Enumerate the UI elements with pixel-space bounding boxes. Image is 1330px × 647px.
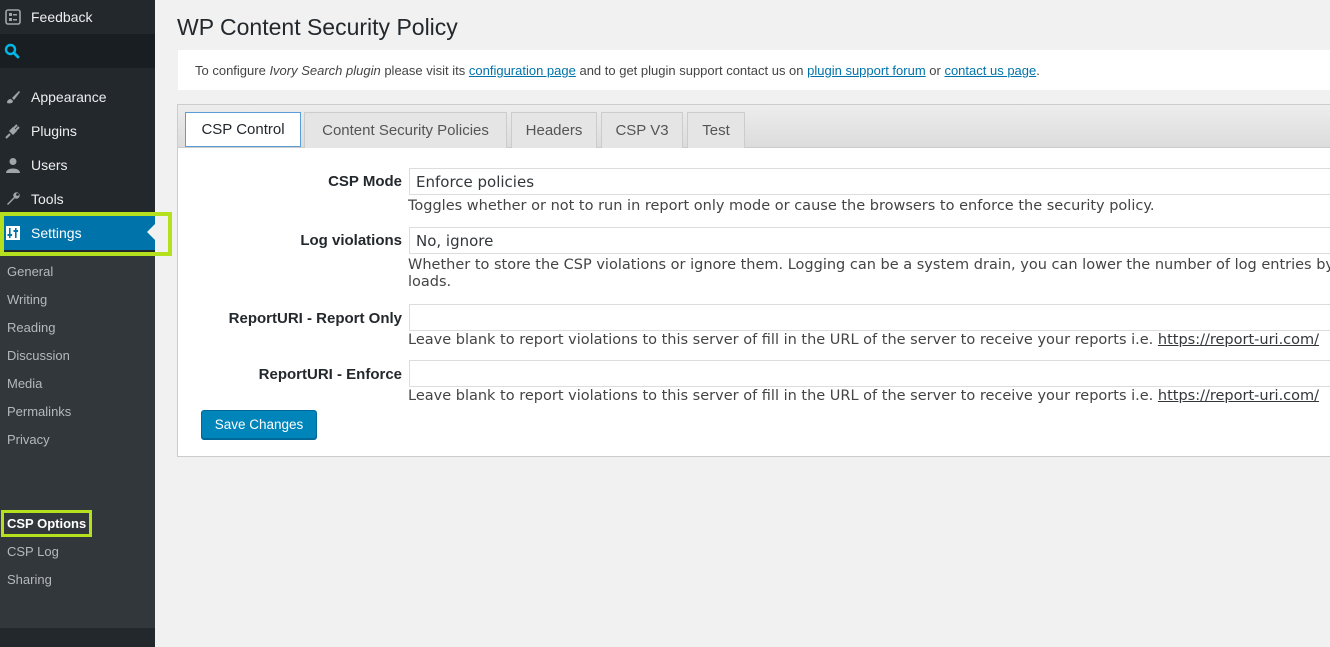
menu-label-appearance: Appearance	[31, 89, 107, 105]
csp-mode-label: CSP Mode	[328, 173, 402, 190]
report-only-label: ReportURI - Report Only	[228, 310, 402, 327]
menu-label-tools: Tools	[31, 191, 64, 207]
submenu-item-reading[interactable]: Reading	[7, 320, 55, 336]
tab-test[interactable]: Test	[687, 112, 745, 148]
configuration-page-link[interactable]: configuration page	[469, 63, 576, 78]
menu-label-users: Users	[31, 157, 68, 173]
menu-label-feedback: Feedback	[31, 9, 93, 25]
settings-sliders-icon	[6, 226, 20, 240]
submenu-item-writing[interactable]: Writing	[7, 292, 47, 308]
log-violations-label: Log violations	[300, 232, 402, 249]
tab-bar: CSP Control Content Security Policies He…	[178, 105, 1330, 148]
submenu-item-csp-log[interactable]: CSP Log	[7, 544, 59, 560]
menu-item-feedback[interactable]: Feedback	[0, 0, 155, 34]
submenu-item-permalinks[interactable]: Permalinks	[7, 404, 71, 420]
tab-content-security-policies[interactable]: Content Security Policies	[304, 112, 507, 148]
plugin-support-forum-link[interactable]: plugin support forum	[807, 63, 926, 78]
settings-submenu: General Writing Reading Discussion Media…	[0, 256, 155, 628]
wrench-icon	[7, 192, 20, 205]
submenu-item-privacy[interactable]: Privacy	[7, 432, 50, 448]
notice-text: please visit its	[380, 63, 469, 78]
csp-mode-select[interactable]: Enforce policies	[409, 168, 1330, 195]
csp-mode-description: Toggles whether or not to run in report …	[408, 198, 1155, 214]
submenu-item-csp-options[interactable]: CSP Options	[7, 516, 86, 532]
search-icon	[4, 43, 20, 59]
feedback-icon	[5, 9, 21, 25]
tab-csp-control[interactable]: CSP Control	[185, 112, 301, 147]
menu-label-plugins: Plugins	[31, 123, 77, 139]
menu-item-appearance[interactable]: Appearance	[0, 80, 155, 114]
notice-text: or	[925, 63, 945, 78]
report-enforce-label: ReportURI - Enforce	[258, 366, 402, 383]
report-enforce-description: Leave blank to report violations to this…	[408, 388, 1330, 405]
menu-item-users[interactable]: Users	[0, 148, 155, 182]
menu-label-settings: Settings	[31, 225, 82, 241]
contact-us-page-link[interactable]: contact us page	[944, 63, 1036, 78]
paintbrush-icon	[7, 91, 20, 104]
report-enforce-desc-text: Leave blank to report violations to this…	[408, 388, 1158, 404]
submenu-item-discussion[interactable]: Discussion	[7, 348, 70, 364]
report-only-input[interactable]	[409, 304, 1330, 331]
report-uri-link[interactable]: https://report-uri.com/	[1158, 388, 1319, 404]
menu-item-plugins[interactable]: Plugins	[0, 114, 155, 148]
admin-sidebar: Feedback Appearance Plugins Users Tools …	[0, 0, 172, 647]
current-menu-arrow	[147, 224, 155, 240]
submenu-item-media[interactable]: Media	[7, 376, 42, 392]
submenu-item-general[interactable]: General	[7, 264, 53, 280]
tab-headers[interactable]: Headers	[511, 112, 597, 148]
notice-text: To configure	[195, 63, 270, 78]
submenu-item-sharing[interactable]: Sharing	[7, 572, 52, 588]
report-only-description: Leave blank to report violations to this…	[408, 332, 1330, 349]
report-enforce-input[interactable]	[409, 360, 1330, 387]
notice-text: and to get plugin support contact us on	[575, 63, 808, 78]
log-violations-description-cont: loads.	[408, 274, 452, 290]
menu-item-search[interactable]	[0, 34, 155, 68]
save-changes-button[interactable]: Save Changes	[201, 410, 317, 439]
page-title: WP Content Security Policy	[177, 14, 458, 40]
report-only-desc-text: Leave blank to report violations to this…	[408, 332, 1158, 348]
notice-text: .	[1036, 63, 1040, 78]
notice-plugin-name: Ivory Search plugin	[269, 63, 381, 78]
user-icon	[6, 158, 20, 173]
menu-item-tools[interactable]: Tools	[0, 182, 155, 216]
plugin-icon	[5, 124, 20, 139]
log-violations-description: Whether to store the CSP violations or i…	[408, 257, 1330, 273]
menu-item-settings[interactable]: Settings	[0, 216, 155, 250]
tab-csp-v3[interactable]: CSP V3	[601, 112, 683, 148]
report-uri-link[interactable]: https://report-uri.com/	[1158, 332, 1319, 348]
plugin-notice: To configure Ivory Search plugin please …	[178, 50, 1330, 90]
log-violations-select[interactable]: No, ignore	[409, 227, 1330, 254]
